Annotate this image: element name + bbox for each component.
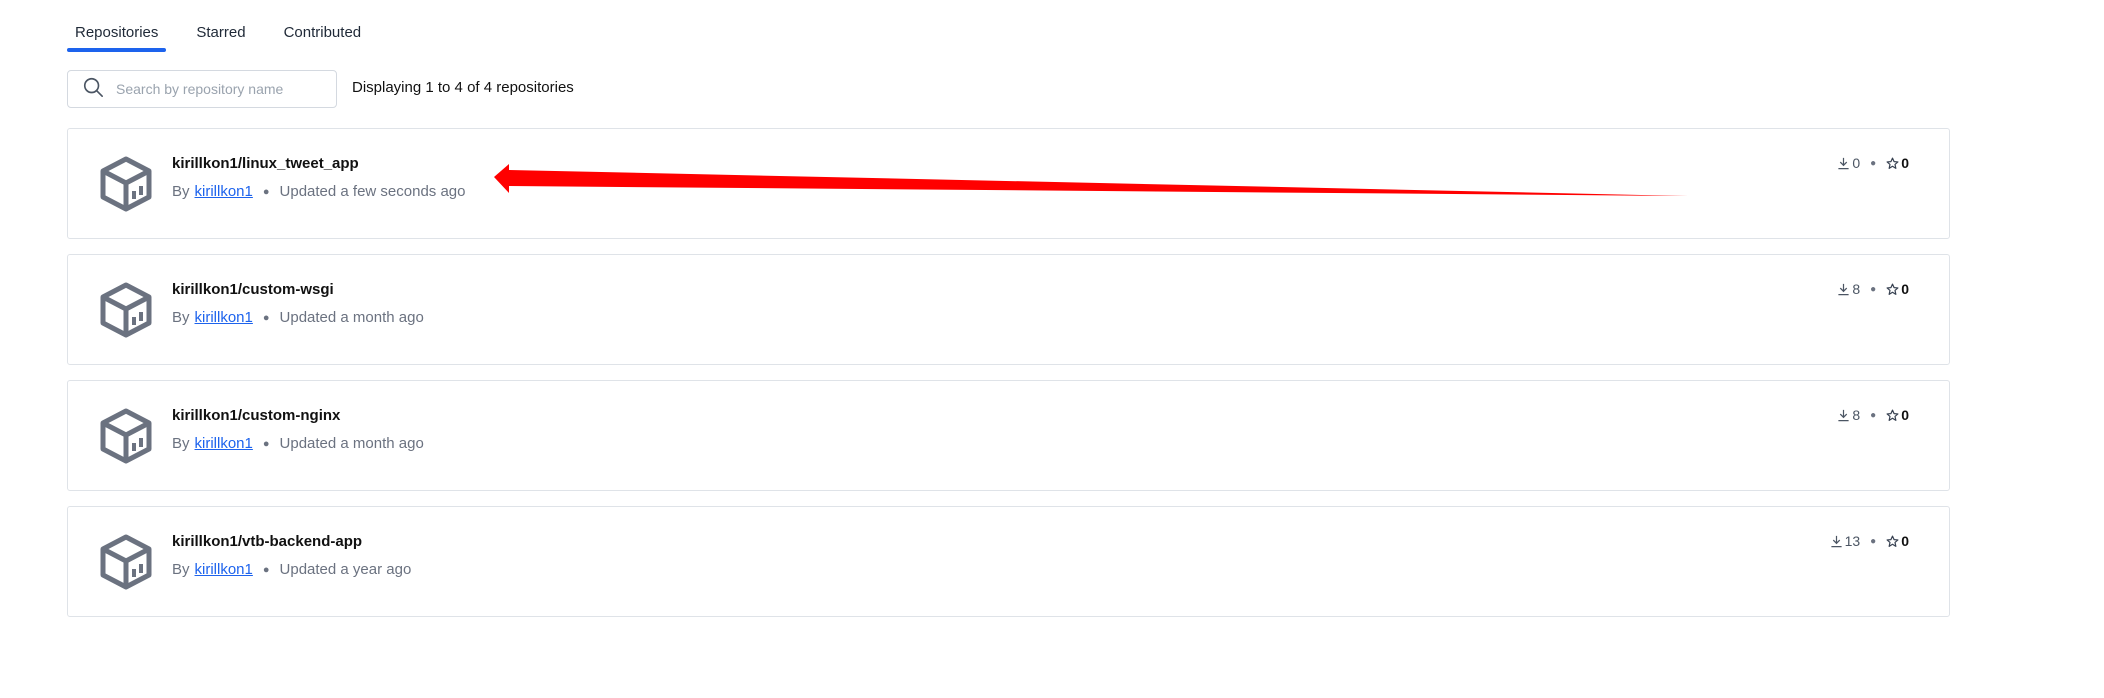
repository-card[interactable]: kirillkon1/vtb-backend-app By kirillkon1… [67, 506, 1950, 617]
repository-stats: 0 ● 0 [1837, 155, 1909, 171]
star-count: 0 [1886, 533, 1909, 549]
search-input[interactable] [116, 81, 326, 97]
owner-link[interactable]: kirillkon1 [195, 435, 253, 452]
repository-meta: By kirillkon1 ● Updated a year ago [172, 561, 411, 578]
cube-icon [100, 156, 152, 212]
repository-card[interactable]: kirillkon1/custom-nginx By kirillkon1 ● … [67, 380, 1950, 491]
separator-dot: ● [1870, 283, 1877, 295]
cube-icon [100, 534, 152, 590]
pull-count: 8 [1837, 281, 1860, 297]
repository-meta: By kirillkon1 ● Updated a month ago [172, 435, 424, 452]
by-label: By [172, 561, 190, 578]
separator-dot: ● [1870, 535, 1877, 547]
download-icon [1838, 283, 1849, 295]
by-label: By [172, 183, 190, 200]
repository-card[interactable]: kirillkon1/custom-wsgi By kirillkon1 ● U… [67, 254, 1950, 365]
pull-count: 0 [1837, 155, 1860, 171]
tab-starred[interactable]: Starred [188, 18, 253, 52]
owner-link[interactable]: kirillkon1 [195, 561, 253, 578]
repository-stats: 8 ● 0 [1837, 407, 1909, 423]
repository-meta: By kirillkon1 ● Updated a few seconds ag… [172, 183, 466, 200]
updated-time: Updated a month ago [279, 435, 424, 452]
download-icon [1830, 535, 1842, 547]
owner-link[interactable]: kirillkon1 [195, 183, 253, 200]
star-icon [1886, 535, 1899, 547]
separator-dot: ● [262, 437, 270, 450]
updated-time: Updated a month ago [279, 309, 424, 326]
tab-bar: Repositories Starred Contributed [67, 18, 391, 52]
separator-dot: ● [262, 311, 270, 324]
repository-name[interactable]: kirillkon1/custom-wsgi [172, 281, 334, 298]
separator-dot: ● [1870, 157, 1877, 169]
separator-dot: ● [262, 185, 270, 198]
repository-meta: By kirillkon1 ● Updated a month ago [172, 309, 424, 326]
cube-icon [100, 282, 152, 338]
pull-count: 8 [1837, 407, 1860, 423]
updated-time: Updated a year ago [279, 561, 412, 578]
download-icon [1838, 409, 1849, 421]
repository-name[interactable]: kirillkon1/vtb-backend-app [172, 533, 362, 550]
repository-list: kirillkon1/linux_tweet_app By kirillkon1… [67, 128, 1950, 632]
repository-name[interactable]: kirillkon1/linux_tweet_app [172, 155, 359, 172]
star-icon [1886, 157, 1899, 169]
star-count: 0 [1886, 407, 1909, 423]
repository-name[interactable]: kirillkon1/custom-nginx [172, 407, 340, 424]
pull-count: 13 [1830, 533, 1860, 549]
by-label: By [172, 309, 190, 326]
tab-contributed[interactable]: Contributed [276, 18, 370, 52]
search-icon [82, 76, 104, 103]
star-count: 0 [1886, 281, 1909, 297]
star-icon [1886, 409, 1899, 421]
tab-repositories[interactable]: Repositories [67, 18, 167, 52]
repository-stats: 8 ● 0 [1837, 281, 1909, 297]
results-count: Displaying 1 to 4 of 4 repositories [352, 79, 574, 96]
updated-time: Updated a few seconds ago [279, 183, 466, 200]
download-icon [1838, 157, 1849, 169]
separator-dot: ● [262, 563, 270, 576]
separator-dot: ● [1870, 409, 1877, 421]
search-box[interactable] [67, 70, 337, 108]
repository-stats: 13 ● 0 [1830, 533, 1909, 549]
by-label: By [172, 435, 190, 452]
star-count: 0 [1886, 155, 1909, 171]
owner-link[interactable]: kirillkon1 [195, 309, 253, 326]
repository-card[interactable]: kirillkon1/linux_tweet_app By kirillkon1… [67, 128, 1950, 239]
star-icon [1886, 283, 1899, 295]
cube-icon [100, 408, 152, 464]
